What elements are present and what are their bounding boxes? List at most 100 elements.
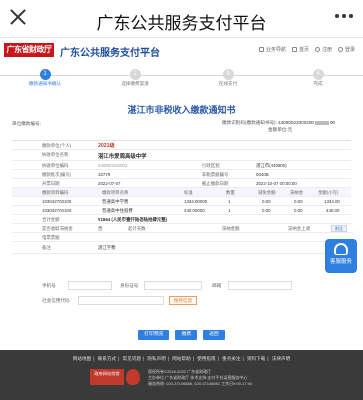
item-reduction: 0.00 (262, 199, 271, 204)
police-emblem-icon (126, 369, 140, 385)
footer-hotline: 服务热线: 020-37146866, 020-37146851 工作日9:00… (148, 381, 253, 386)
item-amount: 440.00 (326, 208, 340, 213)
column-header: 滞纳金 (290, 190, 304, 195)
nav-link-business[interactable]: 业务导航 (258, 46, 286, 53)
footer-link[interactable]: 资料下载 (247, 356, 265, 361)
more-icon[interactable] (335, 11, 353, 21)
amount-unit: 金额单位:元 (268, 127, 293, 132)
step-number: 4 (312, 69, 324, 80)
step-3: 3 在线支付 (183, 69, 273, 87)
email-label: 邮箱 (212, 283, 222, 288)
item-code: 103042703100 (42, 199, 72, 204)
step-label: 选择缴费渠道 (121, 81, 149, 86)
pay-button[interactable]: 缴费 (175, 330, 198, 340)
receiver-code-value: 440800102003 (98, 163, 128, 168)
footer-link[interactable]: 重点关注 (222, 356, 240, 361)
error-report-badge[interactable]: 政府网站找错 (90, 369, 124, 385)
payer-value: 2021级 (98, 143, 115, 149)
table-row: 103042704100 普通高中住宿费 440.00000 1 0.00 0.… (12, 206, 351, 215)
site-name: 广东公共服务支付平台 (60, 48, 160, 59)
form-row-notes: 备注 湛江学费 (12, 242, 351, 254)
id-number-input[interactable] (144, 281, 202, 290)
credit-code-input[interactable] (78, 296, 164, 305)
item-name: 普通高中住宿费 (102, 208, 133, 213)
phone-input[interactable] (68, 281, 112, 290)
late-amount-label: 滞纳金额 (222, 226, 240, 231)
customer-service-label: 客服服务 (329, 259, 352, 265)
notice-number-suffix: 00 (329, 120, 336, 125)
step-1: 1 缴款通知书确认 (0, 69, 90, 87)
step-number: 3 (222, 69, 234, 80)
column-header: 缴款项目编码 (42, 190, 69, 195)
progress-steps: 1 缴款通知书确认 2 选择缴费渠道 3 在线支付 4 完成 (0, 66, 363, 88)
form-row-dates: 开票日期 2022-07-07 截止缴款日期 2022-10-07 00:00:… (12, 179, 351, 188)
remark-button[interactable]: 附注 (331, 225, 347, 232)
table-row: 103042703100 普通高中学费 1334.00000 1 0.00 0.… (12, 197, 351, 206)
due-date-value: 2022-10-07 00:00:00 (256, 181, 297, 186)
email-input[interactable] (228, 281, 292, 290)
footer-link[interactable]: 使用指南 (197, 356, 215, 361)
payer-contact-form: 手机号 身份证号 邮箱 社会信用代码 保存信息 (12, 276, 351, 318)
footer-link[interactable]: 联系方式 (98, 356, 116, 361)
item-name: 普通高中学费 (102, 199, 129, 204)
step-number: 1 (39, 69, 51, 80)
form-row-batch: 缴款批次(编号) 32779 非税票据编号 0040B (12, 170, 351, 179)
item-amount: 1334.00 (324, 199, 340, 204)
form-row-total: 合计金额 ¥1664 (人民币壹仟陆佰陆拾肆元整) (12, 215, 351, 224)
id-label: 身份证号 (120, 283, 139, 288)
home-icon (291, 47, 297, 52)
nav-link-login[interactable]: 登录 (337, 46, 355, 53)
customer-service-button[interactable]: 客服服务 (325, 239, 357, 273)
site-footer: 网站地图 | 联系方式 | 常见问题 | 隐私声明 | 网站帮助 | 使用指南 | 重点关注… (0, 350, 363, 400)
nav-link-register[interactable]: 注册 (314, 46, 332, 53)
footer-info: 版权所有©2016-2022 广东省财政厅 主办单位:广东省财政厅 技术支持:支… (148, 369, 252, 387)
form-row-payer: 缴款单位(个人) 2021级 (12, 141, 351, 150)
doc-type-label: 非税票据编号 (202, 172, 229, 177)
app-bar: 广东公共服务支付平台 (0, 0, 363, 38)
item-late-fee: 0.00 (294, 208, 303, 213)
total-label: 合计金额 (42, 217, 60, 222)
item-standard: 1334.00000 (184, 199, 208, 204)
column-header: 标准 (184, 190, 193, 195)
notice-meta: 缴款识别码(缴款通知书号): 44080022000200 00 金额单位:元 (222, 119, 335, 133)
save-info-button[interactable]: 保存信息 (169, 296, 197, 305)
item-reduction: 0.00 (262, 208, 271, 213)
grid-icon (258, 47, 264, 52)
doc-type-value: 0040B (256, 172, 269, 177)
column-header: 数量 (226, 190, 235, 195)
step-number: 2 (129, 69, 141, 80)
credit-code-label: 社会信用代码 (42, 298, 70, 303)
late-start-label: 起计天数 (128, 226, 146, 231)
step-label: 在线支付 (218, 81, 238, 86)
back-button[interactable]: 返回 (203, 330, 225, 340)
step-label: 缴款通知书确认 (28, 81, 62, 86)
step-2: 2 选择缴费渠道 (90, 69, 180, 87)
footer-link[interactable]: 常见问题 (123, 356, 141, 361)
login-icon (337, 47, 343, 52)
footer-link[interactable]: 隐私声明 (147, 356, 165, 361)
approval-label: 缴款批次(编号) (42, 172, 72, 177)
issue-date-label: 开票日期 (42, 181, 60, 186)
phone-label: 手机号 (42, 283, 56, 288)
print-preview-button[interactable]: 打印预览 (138, 330, 170, 340)
item-code: 103042704100 (42, 208, 72, 213)
finance-dept-logo: 广东省财政厅 (4, 43, 54, 57)
notice-title: 湛江市非税收入缴款通知书 (127, 105, 236, 115)
receiver-value: 湛江市爱周高级中学 (98, 154, 147, 160)
item-quantity: 1 (228, 208, 231, 213)
footer-link[interactable]: 网站帮助 (172, 356, 190, 361)
form-row-receiver: 执收单位名称 湛江市爱周高级中学 (12, 150, 351, 161)
form-row-codes: 执收单位编码 440800102003 行政区划 湛江市(440800) (12, 161, 351, 170)
step-4: 4 完成 (273, 69, 363, 87)
footer-link[interactable]: 网站地图 (73, 356, 91, 361)
late-rate-label: 滞纳金上调 (288, 226, 310, 231)
due-date-label: 截止缴款日期 (202, 181, 229, 186)
item-standard: 440.00000 (184, 208, 205, 213)
nav-link-home[interactable]: 首页 (291, 46, 309, 53)
action-bar: 打印预览 缴费 返回 (0, 330, 363, 342)
region-label: 行政区划 (202, 163, 220, 168)
column-header: 缴款项目名称 (102, 190, 129, 195)
payer-label: 缴款单位(个人) (42, 143, 72, 148)
total-value: ¥1664 (人民币壹仟陆佰陆拾肆元整) (98, 217, 168, 222)
footer-link[interactable]: 法律声明 (272, 356, 290, 361)
